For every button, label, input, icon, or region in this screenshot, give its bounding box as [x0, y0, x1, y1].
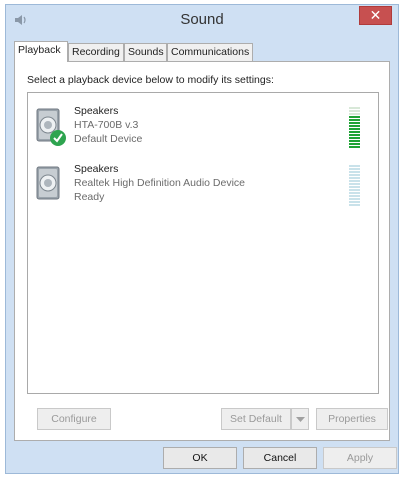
playback-panel: Select a playback device below to modify… [14, 61, 390, 441]
tab-communications[interactable]: Communications [167, 43, 253, 61]
level-meter-segment [349, 177, 360, 179]
level-meter-segment [349, 192, 360, 194]
close-button[interactable]: ✕ [359, 6, 392, 25]
level-meter [349, 107, 360, 151]
apply-button[interactable]: Apply [323, 447, 397, 469]
set-default-button[interactable]: Set Default [221, 408, 291, 430]
chevron-down-icon [296, 417, 305, 422]
device-status: Ready [74, 191, 105, 203]
level-meter-segment [349, 201, 360, 203]
level-meter-segment [349, 183, 360, 185]
device-description: Realtek High Definition Audio Device [74, 177, 246, 189]
device-list[interactable]: Speakers HTA-700B v.3 Default Device Spe… [27, 92, 379, 394]
level-meter-segment [349, 137, 360, 139]
level-meter-segment [349, 128, 360, 130]
level-meter-segment [349, 143, 360, 145]
level-meter-segment [349, 146, 360, 148]
level-meter-segment [349, 186, 360, 188]
cancel-button[interactable]: Cancel [243, 447, 317, 469]
speaker-device-icon [36, 108, 66, 146]
level-meter-segment [349, 119, 360, 121]
level-meter-segment [349, 171, 360, 173]
tab-playback[interactable]: Playback [14, 41, 68, 62]
ok-button[interactable]: OK [163, 447, 237, 469]
level-meter [349, 165, 360, 209]
device-description: HTA-700B v.3 [74, 119, 139, 131]
level-meter-segment [349, 198, 360, 200]
level-meter-segment [349, 189, 360, 191]
device-name: Speakers [74, 163, 119, 175]
window-title: Sound [180, 11, 224, 28]
device-name: Speakers [74, 105, 119, 117]
set-default-dropdown[interactable] [291, 408, 309, 430]
sound-dialog: Sound ✕ Playback Recording Sounds Commun… [5, 4, 399, 474]
instruction-text: Select a playback device below to modify… [27, 74, 274, 86]
level-meter-segment [349, 134, 360, 136]
tab-recording[interactable]: Recording [68, 43, 124, 61]
level-meter-segment [349, 195, 360, 197]
level-meter-segment [349, 122, 360, 124]
level-meter-segment [349, 180, 360, 182]
device-item[interactable]: Speakers HTA-700B v.3 Default Device [32, 103, 372, 157]
level-meter-segment [349, 174, 360, 176]
properties-button[interactable]: Properties [316, 408, 388, 430]
close-icon: ✕ [369, 8, 382, 24]
level-meter-segment [349, 125, 360, 127]
level-meter-segment [349, 131, 360, 133]
level-meter-segment [349, 168, 360, 170]
level-meter-segment [349, 113, 360, 115]
level-meter-segment [349, 107, 360, 109]
level-meter-segment [349, 110, 360, 112]
level-meter-segment [349, 204, 360, 206]
configure-button[interactable]: Configure [37, 408, 111, 430]
level-meter-segment [349, 165, 360, 167]
device-status: Default Device [74, 133, 143, 145]
level-meter-segment [349, 116, 360, 118]
tab-sounds[interactable]: Sounds [124, 43, 167, 61]
default-check-icon [50, 130, 66, 146]
title-bar[interactable]: Sound ✕ [6, 5, 398, 35]
device-item[interactable]: Speakers Realtek High Definition Audio D… [32, 161, 372, 215]
level-meter-segment [349, 140, 360, 142]
speaker-device-icon [36, 166, 60, 200]
